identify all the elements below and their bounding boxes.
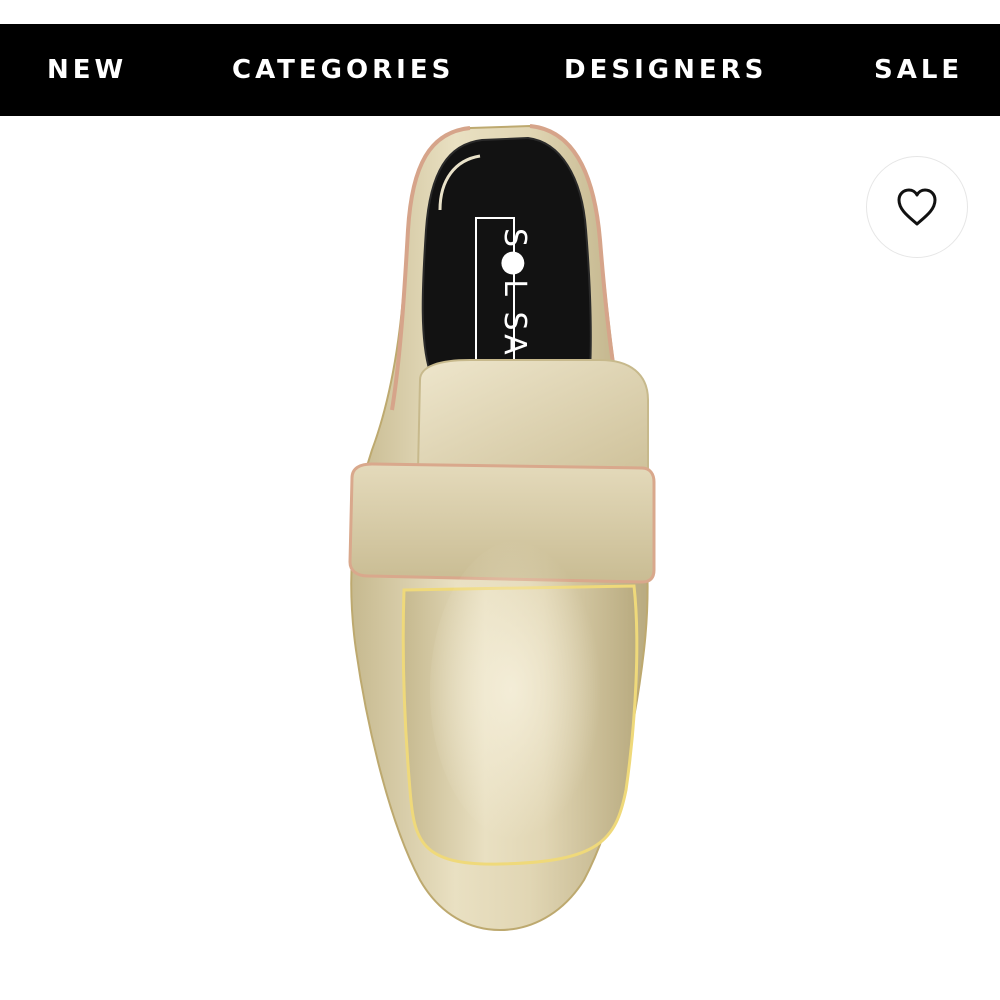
product-page: NEW CATEGORIES DESIGNERS SALE S●L SAN	[0, 0, 1000, 1000]
nav-item-sale[interactable]: SALE	[874, 24, 963, 116]
nav-item-new[interactable]: NEW	[47, 24, 127, 116]
nav-item-designers[interactable]: DESIGNERS	[564, 24, 767, 116]
shoe-tongue	[416, 359, 649, 471]
wishlist-button[interactable]	[866, 156, 968, 258]
product-image: S●L SAN	[348, 124, 656, 932]
top-navigation: NEW CATEGORIES DESIGNERS SALE	[0, 24, 1000, 116]
nav-item-categories[interactable]: CATEGORIES	[232, 24, 454, 116]
heart-icon	[897, 188, 937, 226]
